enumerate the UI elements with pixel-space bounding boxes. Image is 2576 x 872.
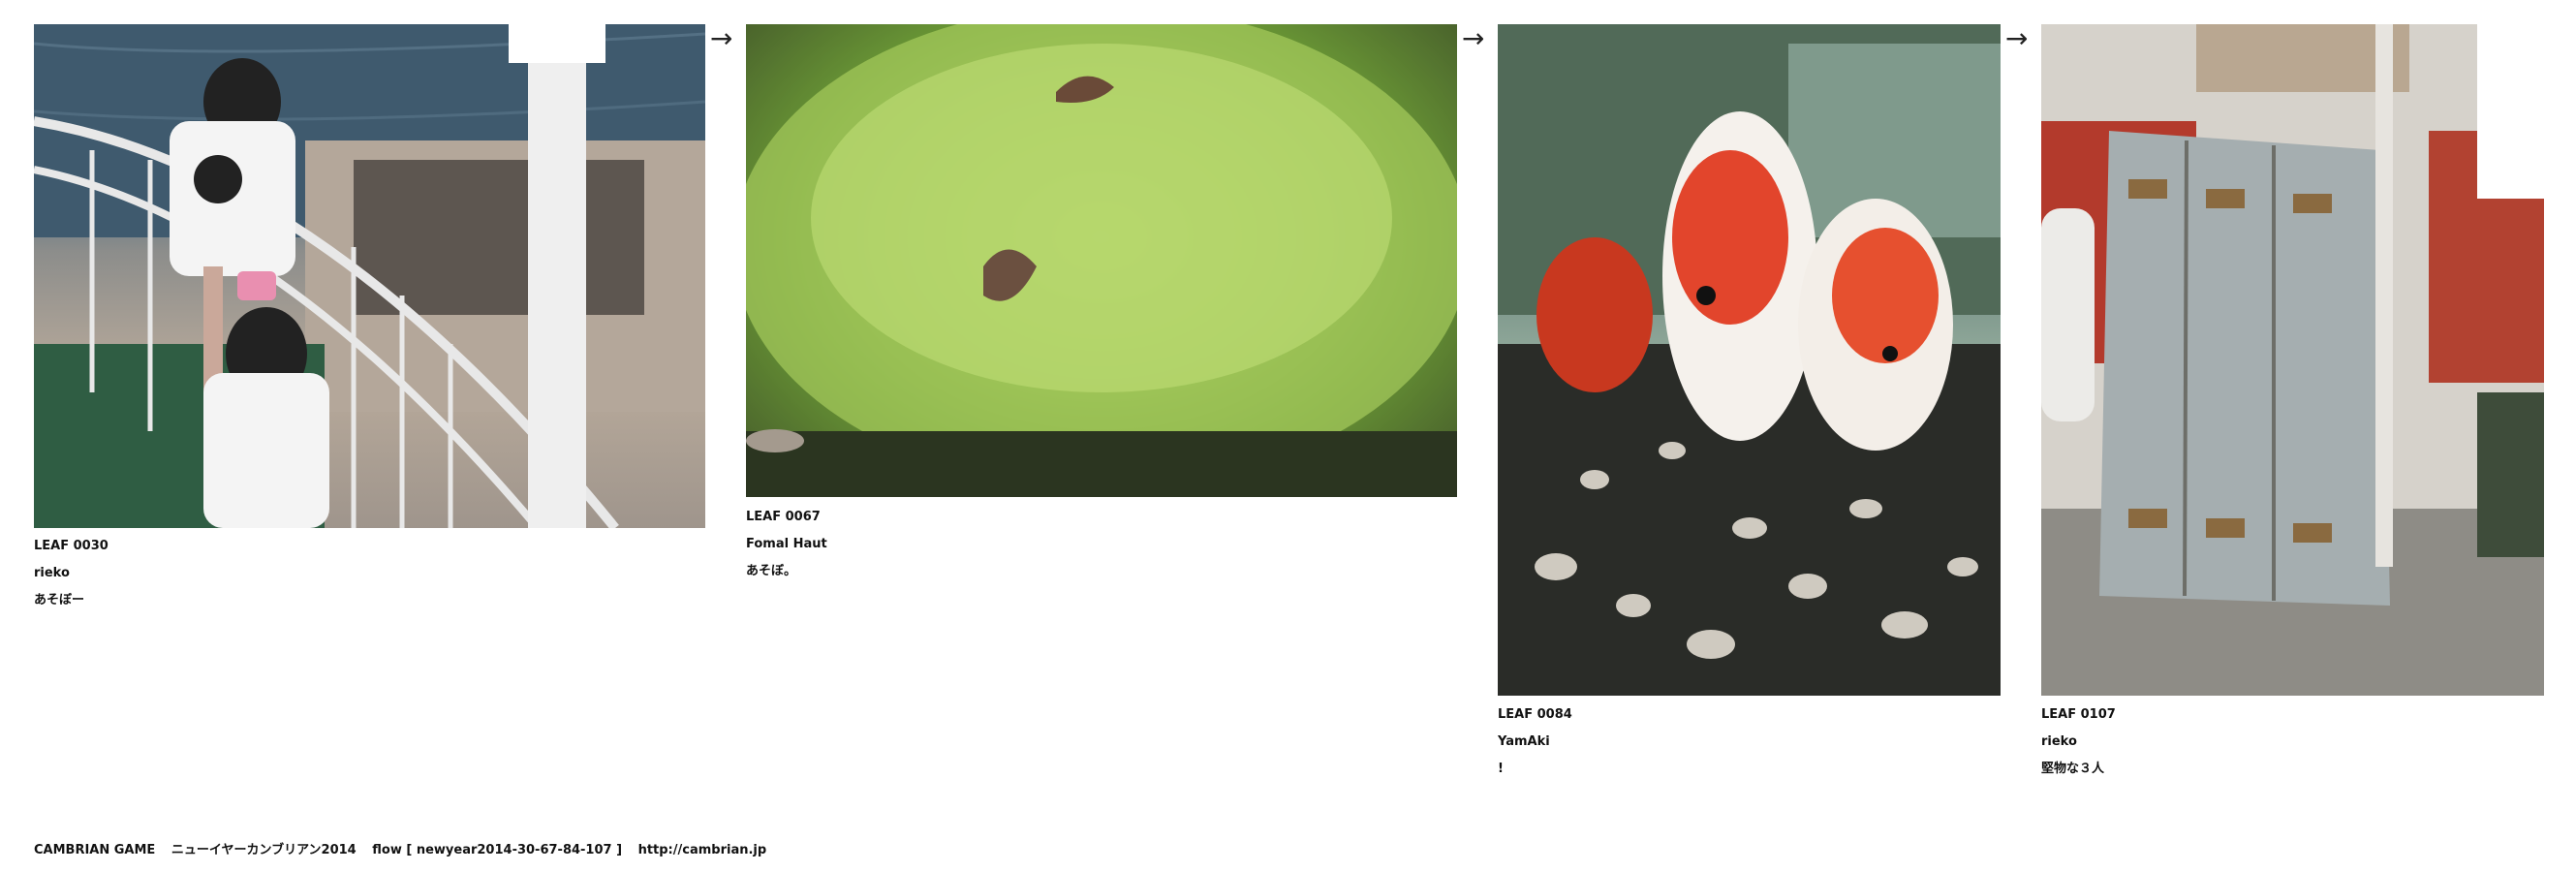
leaf-id: LEAF 0107 [2041,707,2116,722]
footer-url[interactable]: http://cambrian.jp [638,843,767,857]
leaf-id: LEAF 0084 [1498,707,1572,722]
arrow-right-icon: → [2005,22,2029,54]
leaf-author[interactable]: rieko [2041,729,2116,756]
leaf-caption: 堅物な３人 [2041,762,2105,776]
arrow-right-icon: → [1462,22,1485,54]
leaf-id: LEAF 0067 [746,510,821,524]
leaf-author[interactable]: YamAki [1498,729,1572,756]
leaf-photo-0030[interactable] [34,24,705,528]
arrow-right-icon: → [710,22,733,54]
leaf-meta-0107: LEAF 0107 rieko 堅物な３人 [2041,701,2116,783]
leaf-author[interactable]: rieko [34,560,109,587]
footer-site[interactable]: CAMBRIAN GAME [34,843,155,857]
leaf-meta-0030: LEAF 0030 rieko あそぼー [34,533,109,614]
leaf-caption: ! [1498,762,1504,776]
leaf-photo-0067[interactable] [746,24,1457,497]
leaf-meta-0067: LEAF 0067 Fomal Haut あそぼ。 [746,504,827,585]
leaf-author[interactable]: Fomal Haut [746,531,827,558]
leaf-id: LEAF 0030 [34,539,109,553]
leaf-meta-0084: LEAF 0084 YamAki ! [1498,701,1572,783]
footer-title: ニューイヤーカンブリアン2014 [171,843,357,857]
leaf-caption: あそぼー [34,593,85,607]
footer-flow: flow [ newyear2014-30-67-84-107 ] [372,843,623,857]
leaf-caption: あそぼ。 [746,564,797,578]
leaf-photo-0107[interactable] [2041,24,2544,696]
footer: CAMBRIAN GAME ニューイヤーカンブリアン2014 flow [ ne… [34,839,778,857]
leaf-photo-0084[interactable] [1498,24,2001,696]
